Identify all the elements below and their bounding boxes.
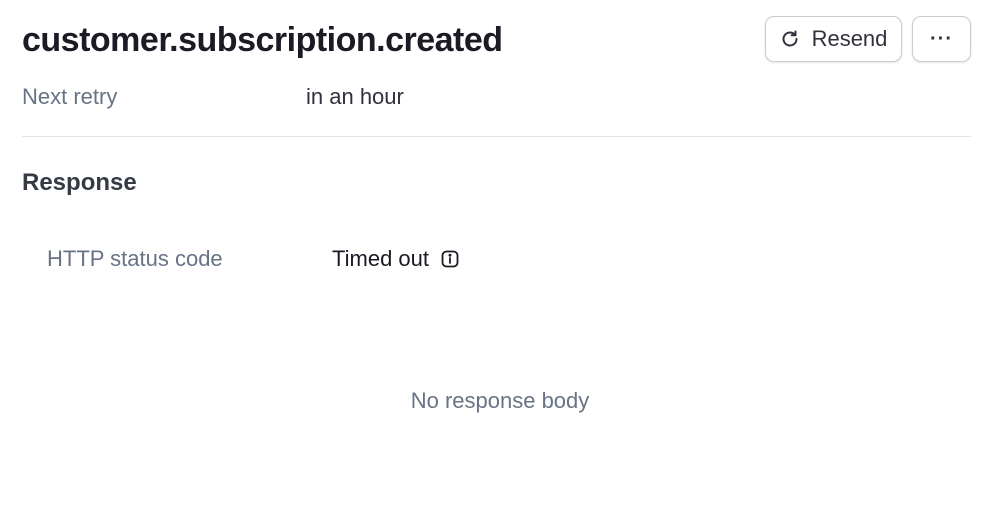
resend-label: Resend [811, 26, 888, 51]
resend-button[interactable]: Resend [765, 16, 902, 62]
http-status-label: HTTP status code [47, 246, 223, 271]
event-title: customer.subscription.created [22, 21, 503, 59]
empty-response-body: No response body [410, 388, 590, 413]
status-text: Timed out [332, 246, 430, 271]
webhook-event-detail: customer.subscription.created Resend ···… [0, 0, 1000, 506]
section-divider [22, 136, 971, 137]
more-actions-button[interactable]: ··· [912, 16, 971, 62]
http-status-value: Timed out [332, 245, 459, 273]
next-retry-label: Next retry [22, 84, 118, 109]
info-icon[interactable] [441, 250, 459, 268]
response-heading: Response [22, 169, 137, 196]
next-retry-value: in an hour [306, 84, 404, 109]
ellipsis-icon: ··· [930, 27, 953, 50]
refresh-icon [780, 29, 800, 49]
